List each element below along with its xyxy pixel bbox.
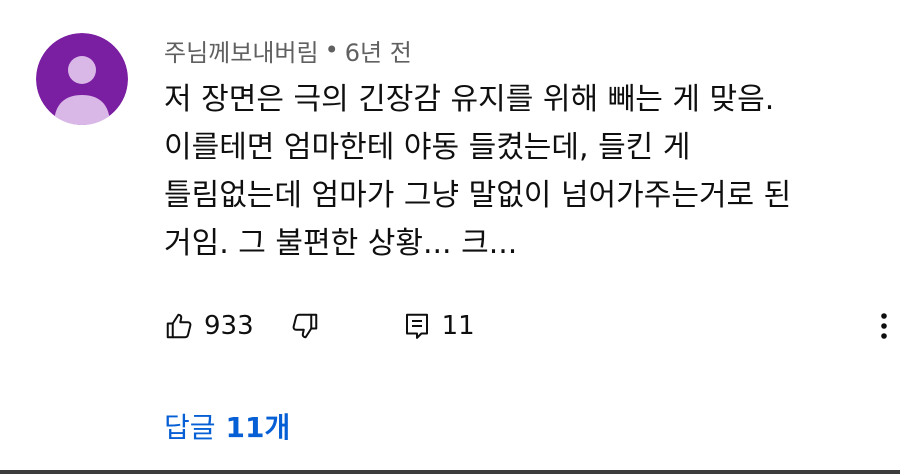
meta-separator: • [324, 36, 339, 64]
thumbs-up-icon [164, 311, 194, 341]
thumbs-down-icon [290, 311, 320, 341]
default-avatar-icon [36, 33, 128, 125]
like-button[interactable]: 933 [164, 311, 254, 341]
reply-button[interactable]: 11 [402, 311, 475, 341]
divider [0, 470, 900, 474]
comment-reply-icon [402, 311, 432, 341]
comment-header: 주님께보내버림 • 6년 전 [164, 32, 412, 68]
view-replies-link[interactable]: 답글 11개 [164, 404, 290, 448]
comment-timestamp[interactable]: 6년 전 [345, 33, 412, 68]
comment-text: 저 장면은 극의 긴장감 유지를 위해 빼는 게 맞음. 이를테면 엄마한테 야… [164, 82, 792, 261]
dislike-button[interactable] [290, 311, 320, 341]
author-name[interactable]: 주님께보내버림 [164, 33, 319, 68]
comment-actions: 933 11 [164, 306, 475, 346]
replies-count: 11개 [225, 411, 291, 444]
like-count: 933 [204, 311, 254, 341]
replies-label: 답글 [164, 411, 216, 444]
more-options-icon[interactable] [872, 308, 896, 344]
reply-count: 11 [441, 311, 475, 341]
avatar[interactable] [36, 33, 128, 125]
